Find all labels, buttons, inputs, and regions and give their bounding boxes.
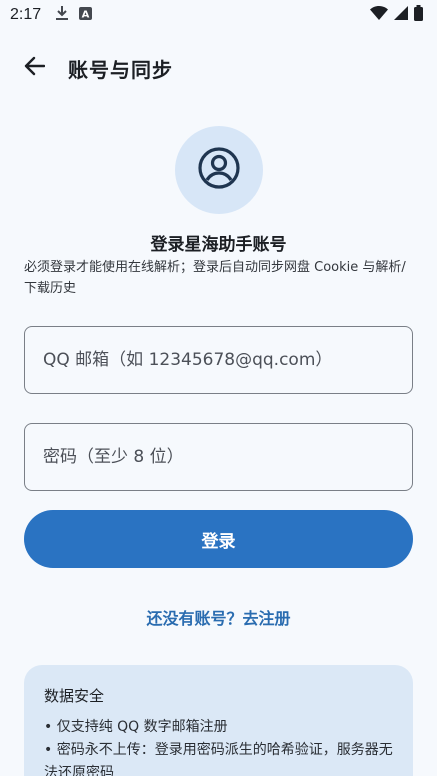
login-description: 必须登录才能使用在线解析；登录后自动同步网盘 Cookie 与解析/下载历史: [24, 260, 406, 296]
back-button[interactable]: [14, 48, 54, 88]
account-circle-icon: [197, 146, 241, 194]
signal-icon: [394, 6, 408, 24]
status-time: 2:17: [10, 6, 42, 23]
status-system-icons: [370, 5, 423, 25]
wifi-icon: [370, 6, 388, 24]
status-bar: 2:17 A: [0, 0, 437, 30]
security-item: • 密码永不上传：登录用密码派生的哈希验证，服务器无法还原密码: [44, 742, 393, 776]
login-heading: 登录星海助手账号: [150, 235, 287, 255]
security-item: • 仅支持纯 QQ 数字邮箱注册: [44, 719, 228, 735]
security-card: 数据安全 • 仅支持纯 QQ 数字邮箱注册 • 密码永不上传：登录用密码派生的哈…: [24, 665, 413, 776]
svg-text:A: A: [82, 10, 90, 21]
login-button[interactable]: 登录: [24, 510, 413, 568]
password-input[interactable]: [43, 447, 412, 467]
page-title: 账号与同步: [68, 57, 173, 82]
battery-icon: [414, 5, 423, 25]
security-title: 数据安全: [44, 687, 105, 705]
status-notification-icons: A: [55, 5, 93, 25]
a-badge-icon: A: [79, 6, 93, 24]
register-link[interactable]: 还没有账号？去注册: [0, 605, 437, 629]
password-field[interactable]: [24, 423, 413, 491]
email-input[interactable]: [43, 350, 412, 370]
avatar: [175, 126, 263, 214]
download-icon: [55, 5, 69, 25]
email-field[interactable]: [24, 326, 413, 394]
arrow-left-icon: [23, 55, 46, 81]
app-bar: 账号与同步: [0, 42, 437, 94]
